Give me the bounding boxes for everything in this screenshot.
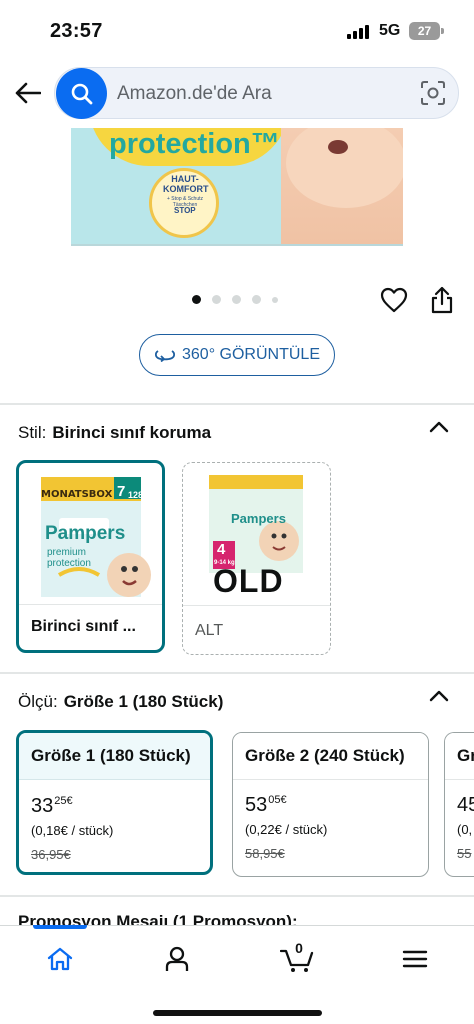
nav-menu[interactable] bbox=[398, 943, 432, 975]
size-option-unit-price: (0,22€ / stück) bbox=[245, 822, 328, 837]
search-bar[interactable]: Amazon.de'de Ara bbox=[54, 67, 459, 119]
section-divider bbox=[0, 403, 474, 405]
carousel-dot[interactable] bbox=[272, 296, 278, 303]
size-section-header: Ölçü: Größe 1 (180 Stück) bbox=[18, 692, 223, 712]
rotate-360-icon bbox=[154, 350, 176, 362]
home-icon bbox=[47, 947, 73, 971]
style-option-name: ALT bbox=[195, 622, 224, 639]
size-option-2[interactable]: Größe 2 (240 Stück) 5305€ (0,22€ / stück… bbox=[232, 732, 429, 877]
price-fraction: 05 bbox=[268, 794, 281, 806]
battery-icon: 27 bbox=[409, 22, 440, 40]
baby-mouth bbox=[328, 140, 348, 154]
carousel-dot[interactable] bbox=[232, 295, 241, 304]
size-option-title: Größe 2 (240 Stück) bbox=[245, 746, 405, 765]
style-label: Stil: bbox=[18, 423, 47, 442]
stop-label: STOP bbox=[174, 206, 196, 215]
wishlist-button[interactable] bbox=[380, 287, 408, 313]
package-size: 4 bbox=[217, 541, 226, 558]
active-tab-indicator bbox=[33, 925, 87, 929]
price-fraction: 25 bbox=[54, 795, 67, 807]
network-label: 5G bbox=[379, 22, 401, 39]
size-option-title: Gr bbox=[457, 746, 474, 765]
search-icon bbox=[71, 83, 92, 104]
price-currency: € bbox=[66, 795, 73, 807]
nav-home[interactable] bbox=[43, 943, 77, 975]
style-option-premium[interactable]: MONATSBOX 7 128 Pampers premium protecti… bbox=[16, 460, 165, 653]
nav-account[interactable] bbox=[160, 943, 194, 975]
size-option-unit-price: (0, bbox=[457, 822, 473, 837]
size-option-price: 3325€ bbox=[31, 795, 73, 818]
size-option-3[interactable]: Gr 45 (0, 55 bbox=[444, 732, 474, 877]
price-whole: 33 bbox=[31, 795, 54, 817]
package-count: 128 bbox=[128, 490, 144, 500]
size-selected-value: Größe 1 (180 Stück) bbox=[63, 692, 224, 711]
style-option-image: Pampers 4 9-14 kg OLD bbox=[183, 463, 330, 606]
share-button[interactable] bbox=[430, 286, 454, 314]
signal-icon bbox=[347, 25, 371, 39]
old-overlay-text: OLD bbox=[213, 563, 284, 599]
section-divider bbox=[0, 895, 474, 897]
package-line: premium protection bbox=[47, 547, 91, 569]
size-label: Ölçü: bbox=[18, 692, 58, 711]
status-bar: 23:57 5G 27 bbox=[0, 0, 474, 62]
arrow-left-icon bbox=[15, 82, 41, 104]
comfort-seal-text: HAUT- KOMFORT bbox=[163, 174, 209, 194]
product-image[interactable]: protection™ HAUT- KOMFORT + Stop & Schut… bbox=[71, 128, 403, 246]
size-option-old-price: 36,95€ bbox=[31, 847, 71, 862]
style-option-alt[interactable]: Pampers 4 9-14 kg OLD ALT bbox=[182, 462, 331, 655]
size-option-title: Größe 1 (180 Stück) bbox=[31, 746, 191, 765]
carousel-dot[interactable] bbox=[212, 295, 221, 304]
style-option-image: MONATSBOX 7 128 Pampers premium protecti… bbox=[19, 463, 162, 605]
package-size: 7 bbox=[117, 483, 126, 500]
search-input[interactable]: Amazon.de'de Ara bbox=[117, 83, 272, 105]
view-360-button[interactable]: 360° GÖRÜNTÜLE bbox=[139, 334, 335, 376]
style-option-name: Birinci sınıf ... bbox=[31, 618, 136, 635]
search-button[interactable] bbox=[56, 68, 107, 119]
camera-scan-button[interactable] bbox=[420, 80, 446, 106]
cart-count-badge: 0 bbox=[295, 940, 303, 956]
size-option-old-price: 58,95€ bbox=[245, 846, 285, 861]
menu-icon bbox=[402, 950, 428, 968]
bottom-nav: 0 bbox=[0, 925, 474, 1024]
account-icon bbox=[165, 946, 189, 971]
heart-icon bbox=[380, 287, 408, 313]
battery-cap bbox=[441, 28, 444, 34]
size-option-old-price: 55 bbox=[457, 846, 472, 861]
camera-scan-icon bbox=[421, 81, 445, 105]
size-option-unit-price: (0,18€ / stück) bbox=[31, 823, 114, 838]
back-button[interactable] bbox=[12, 77, 44, 109]
carousel-dots[interactable] bbox=[192, 295, 278, 304]
package-brand: Pampers bbox=[45, 523, 126, 544]
size-option-price: 5305€ bbox=[245, 794, 287, 817]
size-option-1[interactable]: Größe 1 (180 Stück) 3325€ (0,18€ / stück… bbox=[16, 730, 213, 875]
style-section-header: Stil: Birinci sınıf koruma bbox=[18, 423, 211, 443]
chevron-up-icon[interactable] bbox=[429, 421, 449, 433]
product-image-banner-text: protection™ bbox=[109, 128, 280, 160]
size-option-price: 45 bbox=[457, 794, 474, 816]
home-indicator bbox=[153, 1010, 322, 1016]
view-360-label: 360° GÖRÜNTÜLE bbox=[182, 346, 320, 363]
section-divider bbox=[0, 672, 474, 674]
style-selected-value: Birinci sınıf koruma bbox=[52, 423, 212, 442]
status-time: 23:57 bbox=[50, 20, 103, 42]
carousel-dot[interactable] bbox=[192, 295, 201, 304]
price-currency: € bbox=[280, 794, 287, 806]
price-whole: 53 bbox=[245, 794, 268, 816]
package-badge: MONATSBOX bbox=[41, 489, 113, 500]
share-icon bbox=[431, 286, 453, 314]
package-brand: Pampers bbox=[231, 511, 286, 526]
chevron-up-icon[interactable] bbox=[429, 690, 449, 702]
carousel-dot[interactable] bbox=[252, 295, 261, 304]
